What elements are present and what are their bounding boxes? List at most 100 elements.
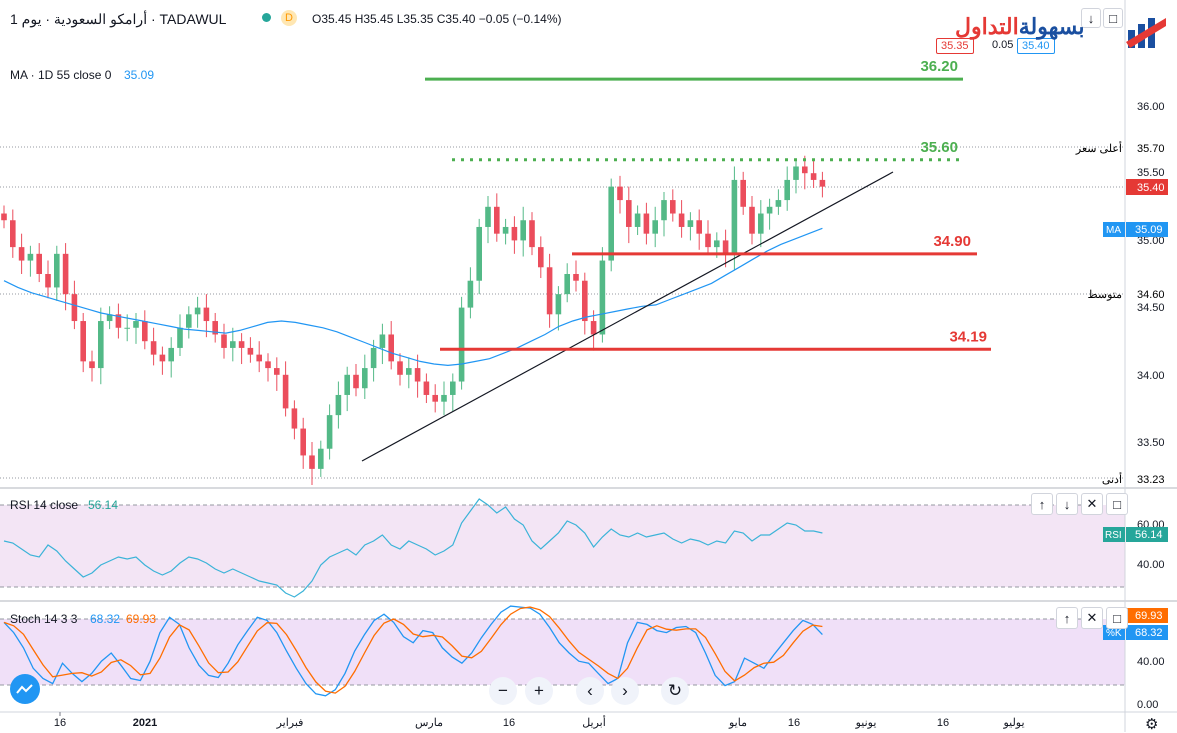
low-label: أدنى	[1102, 472, 1122, 486]
zoom-in-button[interactable]: +	[525, 677, 553, 705]
stoch-k-value-on-scale: 68.32	[1135, 627, 1163, 639]
reset-chart-button[interactable]: ↻	[661, 677, 689, 705]
candle-body	[159, 354, 166, 362]
time-label-16a: 16	[54, 717, 66, 729]
scroll-right-button[interactable]: ›	[611, 677, 639, 705]
scroll-left-button[interactable]: ‹	[576, 677, 604, 705]
candle-body	[652, 220, 658, 234]
candle-body	[388, 334, 394, 362]
stoch-maximize-button[interactable]: □	[1106, 607, 1128, 629]
chart-svg[interactable]: 36.20 35.60 34.90 34.19 36.00 35.50 35.0…	[0, 0, 1177, 732]
candle-body	[168, 347, 174, 362]
candle-body	[98, 321, 104, 369]
candle-body	[238, 341, 245, 348]
candle-body	[142, 321, 148, 342]
candle-body	[467, 280, 474, 308]
candle-body	[740, 179, 746, 207]
candle-body	[626, 200, 632, 227]
candle-body	[494, 206, 500, 234]
candle-body	[45, 274, 51, 288]
candle-body	[309, 455, 315, 469]
candle-body	[722, 240, 729, 254]
zoom-out-button[interactable]: −	[489, 677, 517, 705]
candle-body	[705, 233, 711, 248]
candle-body	[819, 179, 826, 187]
rsi-move-down-button[interactable]: ↓	[1056, 493, 1078, 515]
candle-body	[573, 274, 579, 281]
candle-body	[476, 226, 482, 281]
candle-body	[10, 220, 16, 248]
level-34-90-label: 34.90	[933, 233, 971, 250]
candle-body	[810, 173, 817, 180]
candle-body	[265, 361, 271, 369]
stoch-k-tag-label: %K	[1106, 628, 1122, 639]
rsi-label[interactable]: RSI 14 close	[10, 498, 78, 512]
candle-body	[546, 267, 553, 315]
candle-body	[749, 206, 755, 234]
candle-body	[203, 307, 210, 322]
time-label-april: أبريل	[582, 715, 606, 729]
candle-body	[687, 220, 694, 227]
price-tick-34-00: 34.00	[1137, 370, 1165, 382]
maximize-pane-button[interactable]: □	[1103, 8, 1123, 28]
candle-body	[670, 200, 676, 214]
candle-body	[221, 334, 227, 348]
price-tick-35-50: 35.50	[1137, 167, 1165, 179]
rsi-maximize-button[interactable]: □	[1106, 493, 1128, 515]
logo-text-blue: بسهولة	[1018, 14, 1085, 39]
symbol-title[interactable]: أرامكو السعودية · يوم 1 · TADAWUL	[10, 11, 226, 28]
time-label-16b: 16	[503, 717, 515, 729]
candle-body	[458, 307, 465, 382]
price-tick-33-50: 33.50	[1137, 437, 1165, 449]
rsi-band	[0, 505, 1125, 587]
stoch-close-button[interactable]: ✕	[1081, 607, 1103, 629]
high-label: أعلى سعر	[1075, 141, 1122, 155]
candle-body	[54, 253, 60, 288]
settings-gear-icon[interactable]: ⚙	[1145, 715, 1158, 733]
candle-body	[194, 307, 201, 315]
time-label-may: مايو	[728, 717, 747, 729]
candle-body	[62, 253, 69, 295]
candle-body	[696, 220, 702, 234]
candle-body	[318, 448, 324, 469]
time-label-march: مارس	[415, 717, 443, 729]
rsi-tick-40: 40.00	[1137, 559, 1165, 571]
stoch-d-value: 69.93	[126, 612, 157, 626]
candle-body	[274, 368, 280, 375]
candle-body	[766, 206, 773, 214]
candle-body	[775, 200, 782, 207]
rsi-close-button[interactable]: ✕	[1081, 493, 1103, 515]
candle-body	[590, 321, 597, 335]
stoch-k-value: 68.32	[90, 612, 121, 626]
time-label-june: يونيو	[855, 717, 877, 729]
candle-body	[758, 213, 764, 234]
candle-body	[529, 220, 535, 248]
stoch-move-up-button[interactable]: ↑	[1056, 607, 1078, 629]
ask-price[interactable]: 35.40	[1017, 38, 1055, 54]
candle-body	[291, 408, 298, 429]
candle-body	[256, 354, 262, 362]
rsi-value: 56.14	[88, 498, 119, 512]
candle-body	[784, 179, 790, 201]
logo-text-red: التداول	[955, 14, 1019, 39]
candle-body	[362, 368, 368, 389]
candle-body	[643, 213, 650, 234]
candle-body	[582, 280, 588, 322]
candle-body	[80, 321, 86, 362]
rsi-move-up-button[interactable]: ↑	[1031, 493, 1053, 515]
bid-price[interactable]: 35.35	[936, 38, 974, 54]
candle-body	[520, 220, 526, 241]
stoch-d-value-on-scale: 69.93	[1135, 610, 1163, 622]
candle-body	[397, 361, 403, 375]
candle-body	[353, 374, 359, 389]
ma-label[interactable]: MA · 1D 55 close 0	[10, 68, 111, 82]
candle-body	[186, 314, 192, 328]
logo-chart-icon	[1126, 18, 1166, 48]
candle-body	[326, 415, 333, 449]
time-label-2021: 2021	[133, 717, 157, 729]
market-status-dot	[262, 13, 271, 22]
candle-body	[18, 247, 25, 261]
stoch-label[interactable]: Stoch 14 3 3	[10, 612, 77, 626]
tradingview-logo-icon[interactable]	[10, 674, 40, 704]
high-value: 35.70	[1137, 143, 1165, 155]
